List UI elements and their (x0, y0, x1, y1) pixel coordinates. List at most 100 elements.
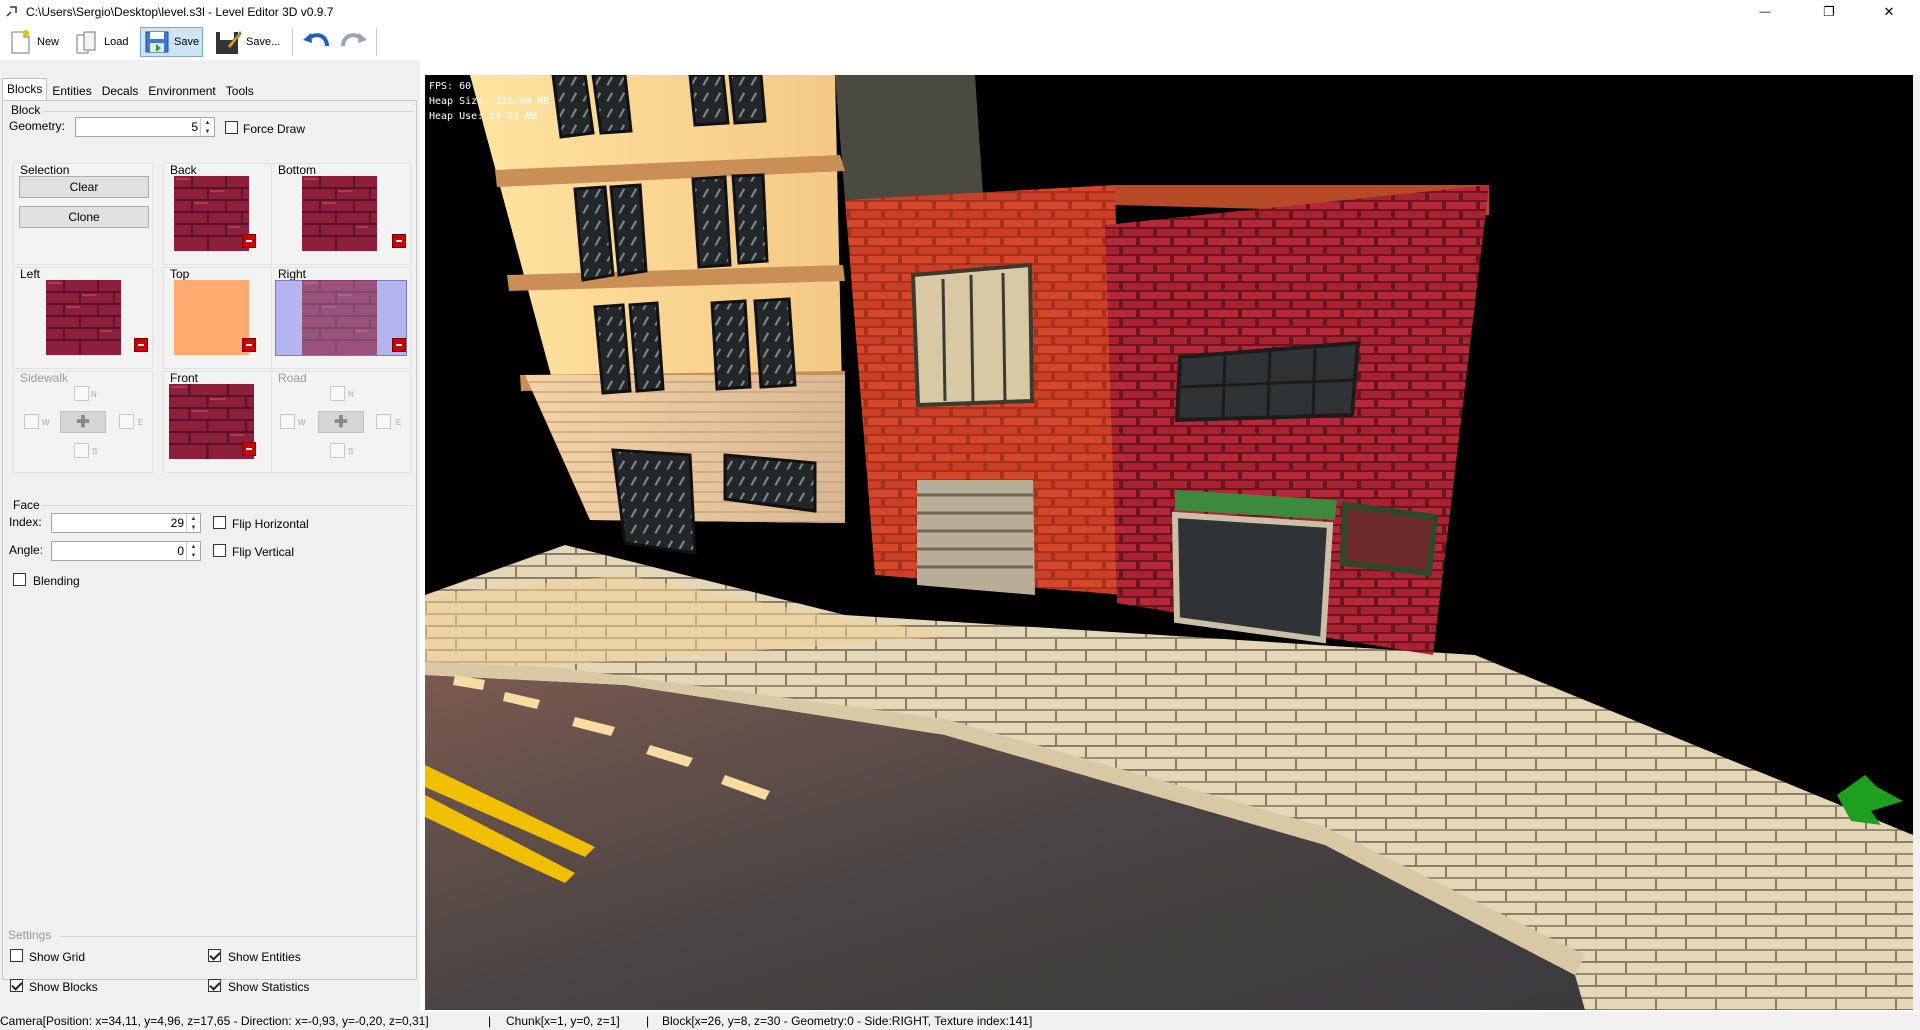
geometry-label: Geometry: (9, 119, 66, 133)
flip-vertical-label: Flip Vertical (232, 545, 295, 559)
maximize-button[interactable]: ❐ (1806, 0, 1852, 24)
geometry-value: 5 (191, 120, 198, 134)
save-disk-icon (145, 31, 169, 53)
close-icon: ✕ (1883, 4, 1895, 19)
left-panel: Blocks Entities Decals Environment Tools… (0, 60, 420, 1012)
index-spinbox[interactable]: 29 ▲ ▼ (51, 513, 201, 533)
sidewalk-west-checkbox[interactable] (24, 414, 39, 429)
block-status: Block[x=26, y=8, z=30 - Geometry:0 - Sid… (662, 1014, 1033, 1028)
tab-entities[interactable]: Entities (47, 80, 96, 100)
camera-status: Camera[Position: x=34,11, y=4,96, z=17,6… (0, 1014, 429, 1028)
tab-tools[interactable]: Tools (221, 80, 259, 100)
shop-door (1171, 511, 1334, 644)
angle-value: 0 (177, 544, 184, 558)
remove-texture-icon[interactable] (134, 338, 148, 352)
west-label: W (298, 418, 306, 427)
toolbar: New Load Save Save... (0, 24, 1920, 60)
top-label: Top (170, 267, 190, 281)
remove-texture-icon[interactable] (392, 338, 406, 352)
load-label: Load (104, 36, 129, 48)
selection-label: Selection (20, 163, 70, 177)
geometry-spinbox[interactable]: 5 ▲ ▼ (75, 117, 215, 137)
save-as-icon (216, 31, 242, 54)
road-south-checkbox[interactable] (330, 443, 345, 458)
south-label: S (348, 447, 354, 456)
minimize-button[interactable]: — (1742, 0, 1788, 24)
face-cell-right[interactable]: Right (271, 267, 411, 369)
brick-texture-icon (174, 176, 249, 251)
load-button[interactable]: Load (71, 27, 131, 57)
scene-render[interactable] (425, 75, 1913, 1010)
close-button[interactable]: ✕ (1866, 0, 1912, 24)
show-statistics-checkbox[interactable] (208, 979, 221, 992)
face-cell-bottom[interactable]: Bottom (271, 163, 411, 265)
undo-button[interactable] (298, 27, 334, 57)
save-as-label: Save... (246, 36, 281, 48)
remove-texture-icon[interactable] (392, 234, 406, 248)
settings-group-label: Settings (8, 928, 52, 942)
remove-texture-icon[interactable] (242, 442, 256, 456)
remove-texture-icon[interactable] (242, 338, 256, 352)
status-separator: | (646, 1014, 650, 1028)
blocks-tab-content: Block Geometry: 5 ▲ ▼ Force Draw Selectio… (2, 100, 417, 980)
move-icon: ✚ (76, 414, 90, 431)
remove-texture-icon[interactable] (242, 234, 256, 248)
toolbar-separator (292, 28, 293, 56)
selection-cell: Selection Clear Clone (13, 163, 153, 265)
show-entities-label: Show Entities (228, 950, 301, 964)
save-button[interactable]: Save (140, 27, 204, 57)
road-west-checkbox[interactable] (280, 414, 295, 429)
force-draw-checkbox[interactable] (225, 121, 238, 134)
south-label: S (92, 447, 98, 456)
sidewalk-north-checkbox[interactable] (74, 386, 89, 401)
flip-horizontal-label: Flip Horizontal (232, 517, 309, 531)
save-label: Save (174, 36, 200, 48)
minimize-icon: — (1759, 6, 1771, 18)
brick-texture-icon (302, 280, 377, 355)
spin-arrows-icon[interactable]: ▲ ▼ (200, 118, 214, 136)
toolbar-separator (376, 28, 377, 56)
brick-texture-icon (302, 176, 377, 251)
road-east-checkbox[interactable] (376, 414, 391, 429)
orange-texture-icon (174, 280, 249, 355)
panel-tabs: Blocks Entities Decals Environment Tools (2, 78, 259, 100)
sidewalk-cell: Sidewalk N W ✚ E S (13, 371, 153, 473)
undo-icon (303, 33, 329, 47)
tab-decals[interactable]: Decals (97, 80, 144, 100)
title-bar: C:\Users\Sergio\Desktop\level.s3l - Leve… (0, 0, 1920, 24)
show-grid-checkbox[interactable] (10, 949, 23, 962)
group-divider (41, 505, 413, 506)
new-button[interactable]: New (6, 27, 62, 57)
flip-vertical-checkbox[interactable] (213, 544, 226, 557)
blending-checkbox[interactable] (13, 573, 26, 586)
save-as-button[interactable]: Save... (211, 27, 283, 57)
load-file-icon (76, 31, 96, 54)
move-icon: ✚ (334, 414, 348, 431)
road-center-button[interactable]: ✚ (318, 411, 364, 433)
clone-button[interactable]: Clone (19, 206, 149, 228)
statistics-overlay: FPS: 60 Heap Size: 116,00 MB Heap Use: 3… (429, 79, 549, 124)
flip-horizontal-checkbox[interactable] (213, 516, 226, 529)
show-entities-checkbox[interactable] (208, 949, 221, 962)
sidewalk-center-button[interactable]: ✚ (60, 411, 106, 433)
face-cell-left[interactable]: Left (13, 267, 153, 369)
angle-spinbox[interactable]: 0 ▲ ▼ (51, 541, 201, 561)
heap-use-readout: Heap Use: 34,23 MB (429, 111, 538, 122)
redo-button[interactable] (336, 27, 372, 57)
tab-blocks[interactable]: Blocks (2, 78, 48, 100)
sidewalk-east-checkbox[interactable] (119, 414, 134, 429)
clear-button[interactable]: Clear (19, 176, 149, 198)
blending-label: Blending (33, 574, 80, 588)
status-separator: | (488, 1014, 492, 1028)
spin-arrows-icon[interactable]: ▲ ▼ (186, 514, 200, 532)
tab-environment[interactable]: Environment (143, 80, 220, 100)
show-blocks-checkbox[interactable] (10, 979, 23, 992)
spin-arrows-icon[interactable]: ▲ ▼ (186, 542, 200, 560)
face-group-label: Face (13, 498, 40, 512)
sidewalk-south-checkbox[interactable] (74, 443, 89, 458)
3d-viewport[interactable]: FPS: 60 Heap Size: 116,00 MB Heap Use: 3… (425, 75, 1913, 1010)
viewport-edge (1913, 75, 1920, 1010)
fps-readout: FPS: 60 (429, 81, 472, 92)
heap-size-readout: Heap Size: 116,00 MB (429, 96, 550, 107)
road-north-checkbox[interactable] (330, 386, 345, 401)
